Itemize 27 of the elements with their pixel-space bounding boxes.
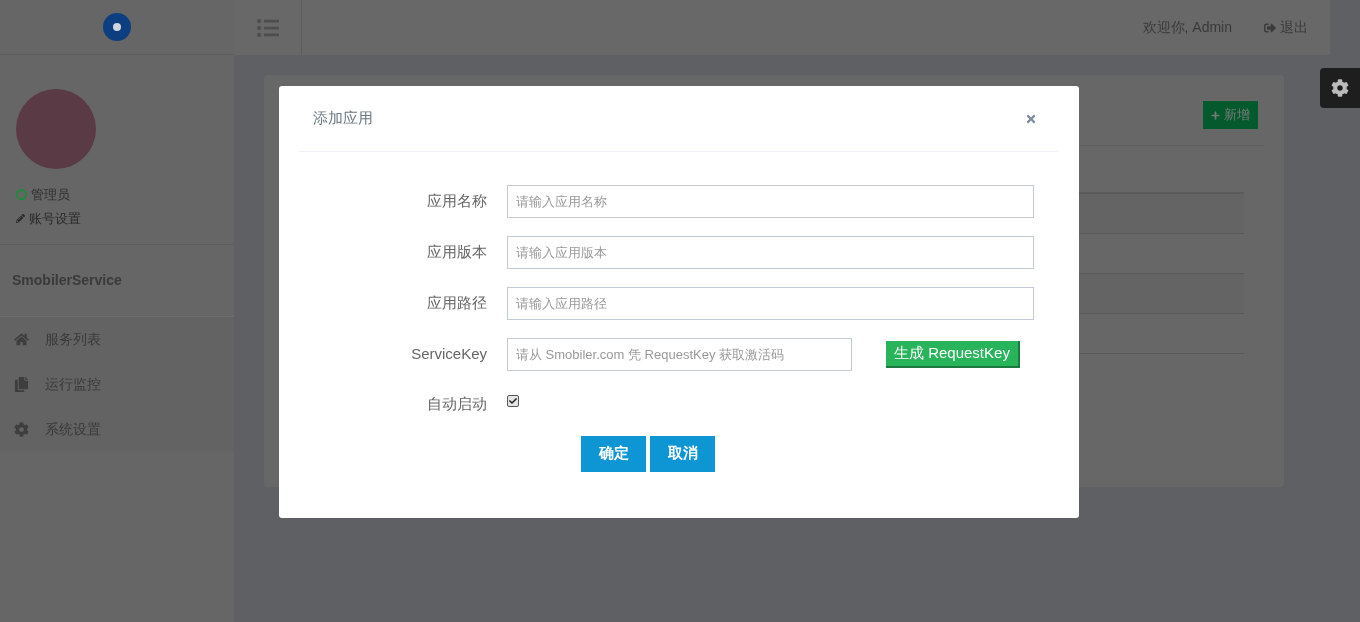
- logout-icon: [1264, 21, 1276, 34]
- dialog-button[interactable]: 确定: [581, 435, 646, 472]
- house-icon: [14, 332, 29, 347]
- field-label: 应用路径: [426, 293, 487, 314]
- auto-start-checkbox[interactable]: [507, 395, 519, 407]
- settings-button[interactable]: [1320, 68, 1360, 108]
- field-label: 应用名称: [426, 191, 487, 212]
- generate-key-button[interactable]: 生成 RequestKey: [886, 341, 1020, 368]
- text-field[interactable]: 请输入应用版本: [507, 236, 1034, 269]
- account-settings-link[interactable]: 账号设置: [16, 208, 218, 228]
- dialog-title: 添加应用: [313, 108, 373, 129]
- menu-icon: [256, 16, 279, 39]
- settings-icon: [1331, 79, 1349, 97]
- field-label: ServiceKey: [410, 344, 487, 365]
- text-field[interactable]: 请输入应用名称: [507, 185, 1034, 218]
- documents-icon: [14, 377, 29, 392]
- logo-icon: [103, 13, 131, 41]
- service-key-field[interactable]: 请从 Smobiler.com 凭 RequestKey 获取激活码: [507, 338, 852, 371]
- field-label: 应用版本: [426, 242, 487, 263]
- close-button[interactable]: [1025, 112, 1037, 125]
- plus-icon: [1211, 110, 1220, 120]
- gear-icon: [14, 422, 29, 437]
- text-field[interactable]: 请输入应用路径: [507, 287, 1034, 320]
- dialog-button[interactable]: 取消: [650, 435, 715, 472]
- add-button[interactable]: 新增: [1203, 101, 1258, 129]
- pencil-icon: [16, 213, 25, 223]
- field-label: 自动启动: [426, 394, 487, 414]
